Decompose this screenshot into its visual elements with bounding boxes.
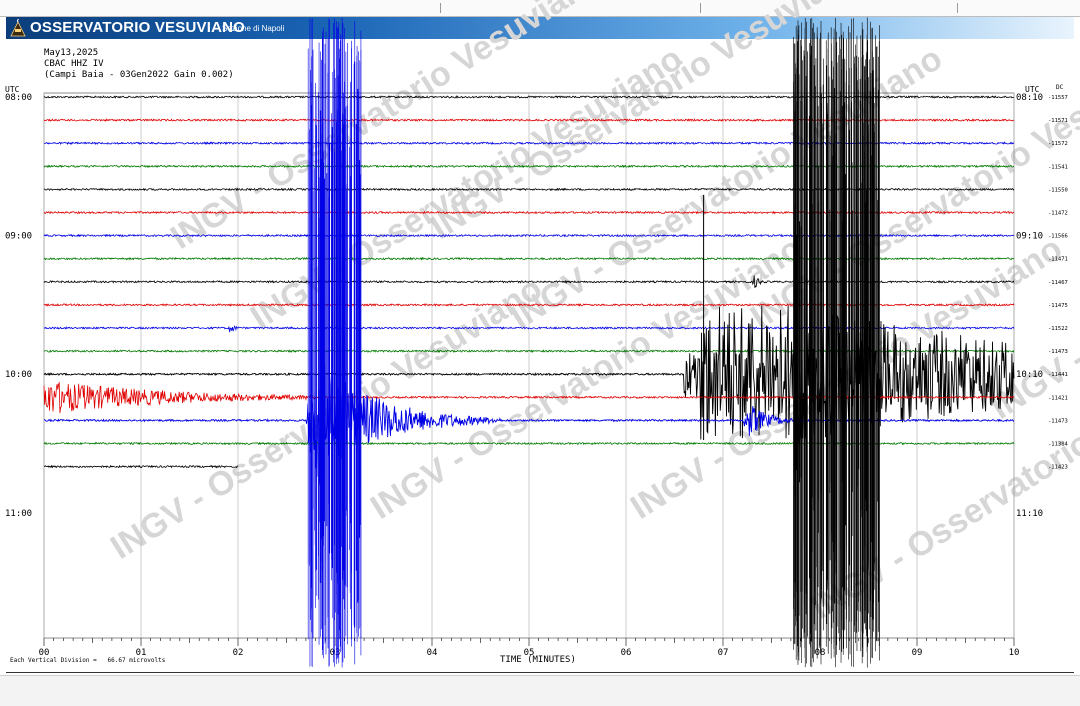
dc-offset-label: -11522 (1048, 326, 1068, 332)
dc-offset-label: -11473 (1048, 349, 1068, 355)
x-tick-label: 10 (1009, 648, 1020, 658)
right-dc-label: DC (1056, 84, 1064, 91)
x-axis-label: TIME (MINUTES) (500, 655, 576, 665)
x-tick-label: 04 (427, 648, 438, 658)
dc-offset-label: -11541 (1048, 164, 1068, 170)
dc-offset-label: -11421 (1048, 395, 1068, 401)
dc-offset-label: -11571 (1048, 118, 1068, 124)
dc-offset-label: -11572 (1048, 141, 1068, 147)
left-hour-label: 09:00 (5, 232, 32, 242)
right-hour-label: 11:10 (1016, 509, 1043, 519)
frame-bottom-line (6, 672, 1074, 673)
helicorder-plot: INGV - Osservatorio VesuvianoINGV - Osse… (5, 0, 1080, 668)
dc-offset-label: -11384 (1048, 442, 1069, 448)
bottom-bar (0, 675, 1080, 706)
dc-offset-label: -11566 (1048, 234, 1068, 240)
x-tick-label: 02 (233, 648, 244, 658)
dc-offset-label: -11472 (1048, 211, 1068, 217)
dc-offset-label: -11550 (1048, 187, 1068, 193)
dc-offset-label: -11423 (1048, 465, 1068, 471)
right-hour-label: 08:10 (1016, 93, 1043, 103)
x-tick-label: 09 (912, 648, 923, 658)
left-hour-label: 10:00 (5, 370, 32, 380)
dc-offset-label: -11473 (1048, 418, 1068, 424)
dc-offset-label: -11475 (1048, 303, 1068, 309)
right-hour-label: 09:10 (1016, 232, 1043, 242)
dc-offset-label: -11471 (1048, 257, 1068, 263)
x-tick-label: 06 (621, 648, 632, 658)
x-tick-label: 08 (815, 648, 826, 658)
dc-offset-label: -11467 (1048, 280, 1068, 286)
x-tick-label: 07 (718, 648, 729, 658)
right-hour-label: 10:10 (1016, 370, 1043, 380)
left-hour-label: 11:00 (5, 509, 32, 519)
dc-offset-label: -11557 (1048, 95, 1068, 101)
scale-note: Each Vertical Division = 66.67 microvolt… (10, 657, 166, 664)
left-hour-label: 08:00 (5, 93, 32, 103)
dc-offset-label: -11441 (1048, 372, 1068, 378)
